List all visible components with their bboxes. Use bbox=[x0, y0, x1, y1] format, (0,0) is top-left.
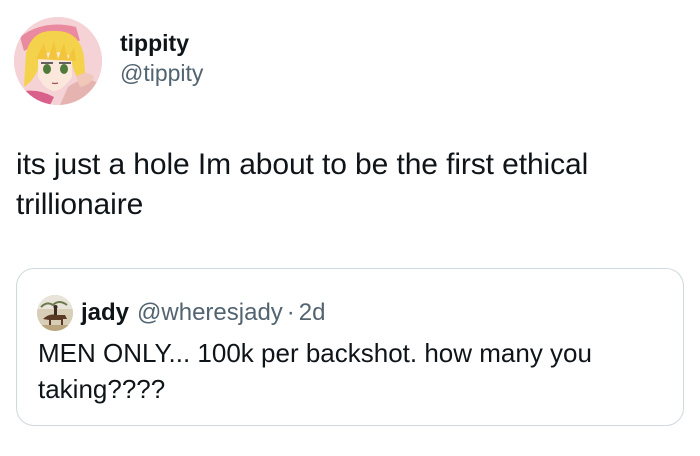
quoted-timestamp[interactable]: 2d bbox=[299, 299, 326, 327]
display-name[interactable]: tippity bbox=[120, 28, 203, 58]
author-names: tippity @tippity bbox=[120, 28, 203, 88]
tweet: tippity @tippity its just a hole Im abou… bbox=[0, 0, 700, 456]
quoted-handle[interactable]: @wheresjady bbox=[137, 299, 283, 327]
quoted-tweet[interactable]: jady @wheresjady · 2d MEN ONLY... 100k p… bbox=[16, 268, 684, 426]
anime-avatar-icon bbox=[14, 17, 102, 105]
username-handle[interactable]: @tippity bbox=[120, 58, 203, 88]
quoted-display-name[interactable]: jady bbox=[81, 299, 129, 327]
quoted-tweet-header: jady @wheresjady · 2d bbox=[37, 295, 326, 331]
avatar[interactable] bbox=[14, 17, 102, 105]
tweet-header: tippity @tippity bbox=[14, 16, 203, 106]
quoted-avatar[interactable] bbox=[37, 295, 73, 331]
tweet-text: its just a hole Im about to be the first… bbox=[16, 148, 589, 221]
horse-rider-avatar-icon bbox=[37, 295, 73, 331]
quoted-tweet-text: MEN ONLY... 100k per backshot. how many … bbox=[38, 338, 592, 404]
separator-dot: · bbox=[286, 299, 295, 326]
